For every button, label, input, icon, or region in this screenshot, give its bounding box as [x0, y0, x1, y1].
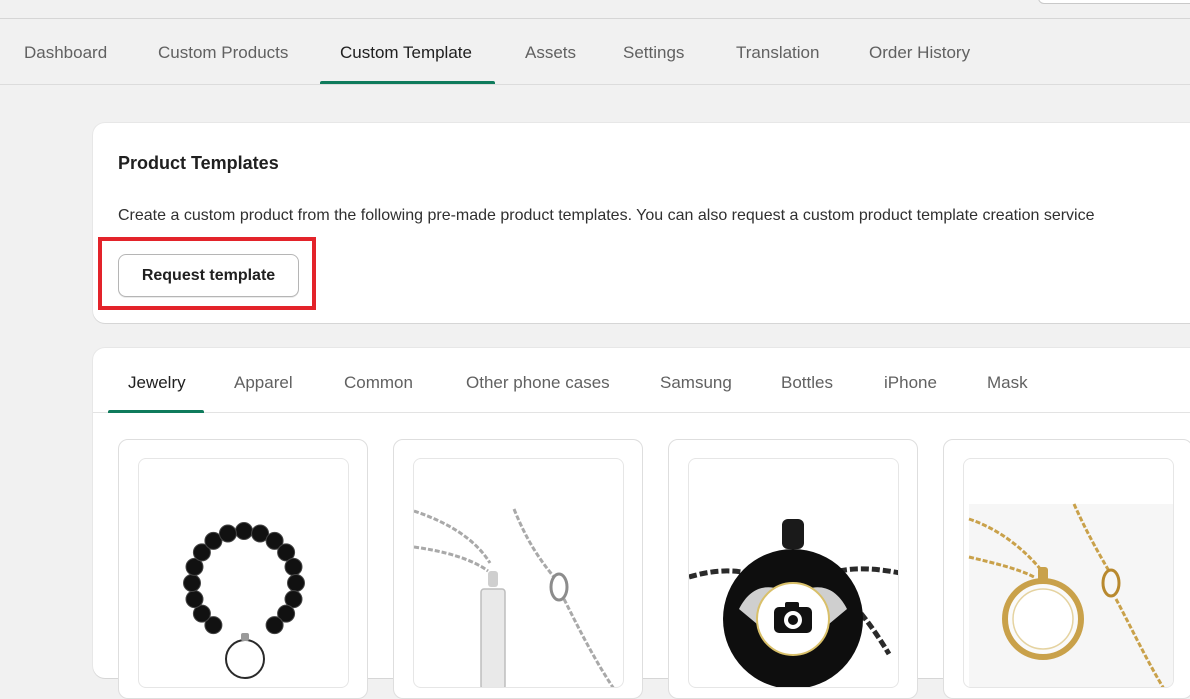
product-templates-card: Product Templates Create a custom produc… [93, 123, 1190, 323]
template-catalog-card: Jewelry Apparel Common Other phone cases… [93, 348, 1190, 699]
product-card-gold-locket[interactable] [943, 439, 1190, 699]
bracelet-bead [284, 557, 303, 576]
tab-dashboard[interactable]: Dashboard [24, 19, 107, 85]
category-tab-other-phone-cases[interactable]: Other phone cases [466, 348, 610, 413]
bracelet-bead [185, 590, 204, 609]
bracelet-bead [265, 616, 284, 635]
photo-pendant-icon [688, 458, 899, 688]
bead-bracelet-icon [138, 458, 349, 688]
category-tab-bottles[interactable]: Bottles [781, 348, 833, 413]
category-tab-mask[interactable]: Mask [987, 348, 1028, 413]
category-tabs: Jewelry Apparel Common Other phone cases… [93, 348, 1190, 413]
active-category-indicator [108, 410, 204, 413]
tab-order-history[interactable]: Order History [869, 19, 970, 85]
active-tab-indicator [320, 81, 495, 84]
card-description: Create a custom product from the followi… [118, 207, 1095, 224]
bracelet-bead [235, 522, 253, 540]
category-tab-jewelry[interactable]: Jewelry [128, 348, 186, 413]
product-card-bar-necklace[interactable] [393, 439, 643, 699]
gold-locket-icon [963, 458, 1174, 688]
category-tab-samsung[interactable]: Samsung [660, 348, 732, 413]
tab-settings[interactable]: Settings [623, 19, 684, 85]
tab-translation[interactable]: Translation [736, 19, 819, 85]
bracelet-bead [183, 574, 201, 592]
category-tab-iphone[interactable]: iPhone [884, 348, 937, 413]
tab-assets[interactable]: Assets [525, 19, 576, 85]
top-bar [0, 0, 1190, 19]
product-card-photo-pendant[interactable] [668, 439, 918, 699]
category-tab-common[interactable]: Common [344, 348, 413, 413]
tab-custom-template[interactable]: Custom Template [340, 19, 472, 85]
category-tab-apparel[interactable]: Apparel [234, 348, 293, 413]
request-template-button[interactable]: Request template [118, 254, 299, 297]
bracelet-bead [218, 524, 237, 543]
top-search-field[interactable] [1038, 0, 1190, 4]
bracelet-bead [287, 574, 305, 592]
tab-custom-products[interactable]: Custom Products [158, 19, 288, 85]
main-nav: Dashboard Custom Products Custom Templat… [0, 19, 1190, 85]
bar-necklace-icon [413, 458, 624, 688]
product-card-bracelet[interactable] [118, 439, 368, 699]
card-title: Product Templates [118, 153, 279, 173]
